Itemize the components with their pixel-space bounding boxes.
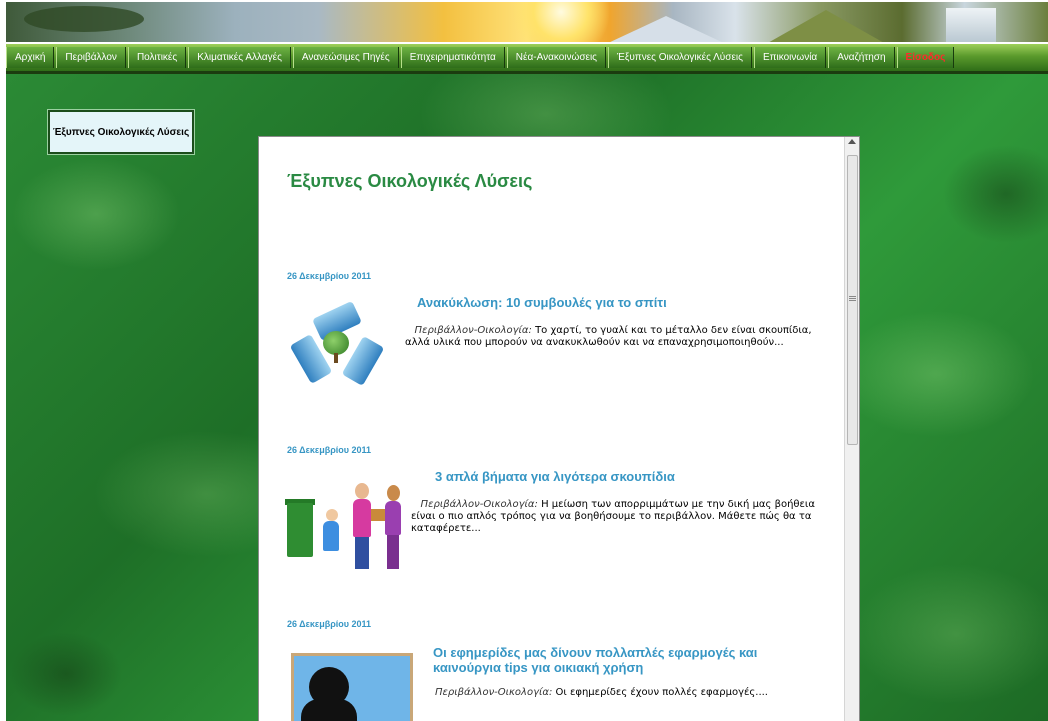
post-category: Περιβάλλον-Οικολογία:	[414, 325, 532, 336]
man-legs-icon	[355, 537, 369, 569]
nav-item-climate-change[interactable]: Κλιματικές Αλλαγές	[188, 47, 291, 68]
child-icon	[323, 521, 339, 551]
banner-waterfall-icon	[946, 8, 996, 42]
nav-item-login[interactable]: Είσοδος	[896, 47, 955, 68]
page-title: Έξυπνες Οικολογικές Λύσεις	[287, 171, 533, 191]
woman-legs-icon	[387, 535, 399, 569]
recycle-bin-icon	[287, 503, 313, 557]
person-silhouette-icon	[301, 699, 357, 721]
nav-item-business[interactable]: Επιχειρηματικότητα	[400, 47, 505, 68]
main-navigation: Αρχική Περιβάλλον Πολιτικές Κλιματικές Α…	[6, 44, 1048, 74]
sidebar-section-box[interactable]: Έξυπνες Οικολογικές Λύσεις	[48, 110, 194, 154]
woman-head-icon	[387, 485, 400, 501]
nav-item-environment[interactable]: Περιβάλλον	[56, 47, 126, 68]
browser-viewport: Αρχική Περιβάλλον Πολιτικές Κλιματικές Α…	[6, 0, 1048, 721]
man-icon	[353, 499, 371, 537]
content-scrollbar[interactable]	[844, 137, 859, 721]
nav-item-policies[interactable]: Πολιτικές	[127, 47, 187, 68]
post-excerpt: Περιβάλλον-Οικολογία: Το χαρτί, το γυαλί…	[405, 325, 825, 349]
post-category: Περιβάλλον-Οικολογία:	[420, 499, 538, 510]
window-cleaning-icon[interactable]	[291, 653, 413, 721]
man-head-icon	[355, 483, 369, 499]
woman-icon	[385, 501, 401, 535]
scroll-up-arrow-icon[interactable]	[848, 139, 856, 144]
post-date: 26 Δεκεμβρίου 2011	[287, 619, 372, 629]
banner-tree-icon	[24, 6, 144, 32]
nav-item-renewables[interactable]: Ανανεώσιμες Πηγές	[292, 47, 399, 68]
post-category: Περιβάλλον-Οικολογία:	[435, 687, 553, 698]
post-date: 26 Δεκεμβρίου 2011	[287, 445, 372, 455]
post-excerpt: Περιβάλλον-Οικολογία: Η μείωση των απορρ…	[411, 499, 831, 535]
nav-item-search[interactable]: Αναζήτηση	[828, 47, 895, 68]
recycling-family-icon[interactable]	[285, 481, 407, 571]
post-title-link[interactable]: Ανακύκλωση: 10 συμβουλές για το σπίτι	[417, 295, 817, 310]
tree-icon	[323, 331, 349, 355]
nav-item-smart-eco-solutions[interactable]: Έξυπνες Οικολογικές Λύσεις	[608, 47, 752, 68]
nav-item-news[interactable]: Νέα-Ανακοινώσεις	[506, 47, 606, 68]
child-head-icon	[326, 509, 338, 521]
nav-item-home[interactable]: Αρχική	[6, 47, 55, 68]
post-excerpt-text: Οι εφημερίδες έχουν πολλές εφαρμογές....	[552, 687, 768, 698]
banner-hill-icon	[766, 10, 886, 42]
tree-trunk-icon	[334, 353, 338, 363]
post-date: 26 Δεκεμβρίου 2011	[287, 271, 372, 281]
banner-sun-icon	[506, 2, 616, 42]
post-title-link[interactable]: 3 απλά βήματα για λιγότερα σκουπίδια	[435, 469, 815, 484]
recycle-icon[interactable]	[289, 300, 385, 387]
post-excerpt: Περιβάλλον-Οικολογία: Οι εφημερίδες έχου…	[435, 687, 825, 699]
post-title-link[interactable]: Οι εφημερίδες μας δίνουν πολλαπλές εφαρμ…	[433, 645, 813, 675]
scrollbar-thumb[interactable]	[847, 155, 858, 445]
content-panel: Έξυπνες Οικολογικές Λύσεις 26 Δεκεμβρίου…	[258, 136, 860, 721]
banner-mountain-icon	[606, 16, 726, 42]
nav-item-contact[interactable]: Επικοινωνία	[753, 47, 827, 68]
grip-icon	[849, 296, 856, 302]
header-banner	[6, 2, 1048, 42]
